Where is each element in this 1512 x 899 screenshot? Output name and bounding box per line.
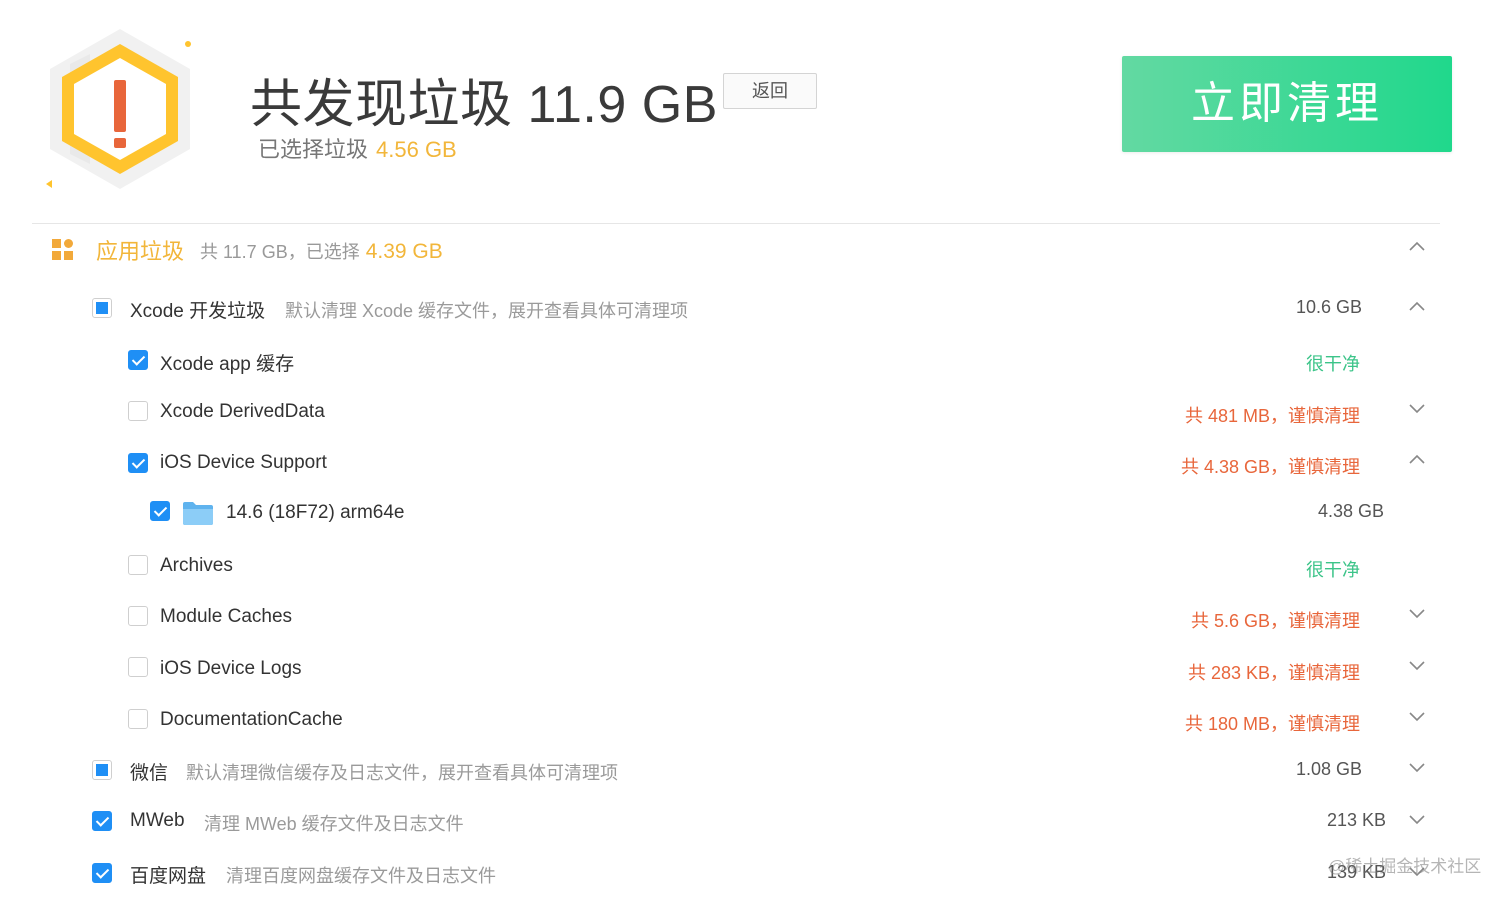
status-warning: 共 283 KB，谨慎清理 [1187,663,1360,683]
warning-logo-icon [30,24,210,194]
list-item-ios-device-support[interactable]: iOS Device Support 共 4.38 GB，谨慎清理 [0,444,1512,484]
section-selected-size: 4.39 GB [365,240,443,263]
checkbox[interactable] [128,555,148,575]
chevron-down-icon[interactable] [1408,656,1426,674]
page-title: 共发现垃圾 11.9 GB [250,76,718,134]
status-warning: 共 481 MB，谨慎清理 [1184,406,1360,426]
list-item-xcode-deriveddata[interactable]: Xcode DerivedData 共 481 MB，谨慎清理 [0,393,1512,433]
list-item-wechat[interactable]: 微信 默认清理微信缓存及日志文件，展开查看具体可清理项 1.08 GB [0,750,1512,790]
status-warning: 共 4.38 GB，谨慎清理 [1180,457,1360,477]
item-size: 4.38 GB [1317,501,1384,521]
checkbox[interactable] [128,709,148,729]
item-description: 默认清理微信缓存及日志文件，展开查看具体可清理项 [186,763,618,783]
list-item-ios-device-logs[interactable]: iOS Device Logs 共 283 KB，谨慎清理 [0,649,1512,689]
status-warning: 共 180 MB，谨慎清理 [1184,714,1360,734]
checkbox[interactable] [150,501,170,521]
clean-now-button[interactable]: 立即清理 [1122,56,1452,152]
chevron-down-icon[interactable] [1408,758,1426,776]
chevron-down-icon[interactable] [1408,604,1426,622]
item-size: 213 KB [1326,810,1386,830]
item-label: MWeb [130,810,185,831]
item-label: 百度网盘 [130,866,207,887]
item-size: 10.6 GB [1295,297,1362,317]
list-item-baidu-netdisk[interactable]: 百度网盘 清理百度网盘缓存文件及日志文件 139 KB [0,852,1512,892]
checkbox[interactable] [92,863,112,883]
header-divider [32,223,1440,224]
section-summary: 共 11.7 GB，已选择 4.39 GB [200,238,443,264]
checkbox[interactable] [128,453,148,473]
chevron-down-icon[interactable] [1408,810,1426,828]
back-button[interactable]: 返回 [723,73,817,109]
status-clean: 很干净 [1306,354,1360,374]
item-label: Module Caches [160,606,293,627]
item-label: Archives [160,555,233,576]
checkbox[interactable] [128,606,148,626]
status-clean: 很干净 [1306,560,1360,580]
selected-summary: 已选择垃圾 4.56 GB [258,132,457,164]
item-label: iOS Device Support [160,452,327,473]
checkbox[interactable] [128,657,148,677]
item-label: iOS Device Logs [160,658,302,679]
status-warning: 共 5.6 GB，谨慎清理 [1190,611,1360,631]
item-description: 清理百度网盘缓存文件及日志文件 [226,866,496,886]
chevron-up-icon[interactable] [1408,298,1426,316]
watermark: @稀土掘金技术社区 [1328,857,1482,876]
chevron-up-icon[interactable] [1408,451,1426,469]
folder-icon [182,500,214,526]
selected-label: 已选择垃圾 [258,137,369,162]
chevron-down-icon[interactable] [1408,707,1426,725]
list-item-mweb[interactable]: MWeb 清理 MWeb 缓存文件及日志文件 213 KB [0,801,1512,841]
list-item-archives[interactable]: Archives 很干净 [0,547,1512,587]
checkbox[interactable] [92,760,112,780]
selected-size: 4.56 GB [376,137,457,162]
checkbox[interactable] [92,298,112,318]
item-label: 微信 [130,763,169,784]
item-description: 清理 MWeb 缓存文件及日志文件 [204,814,464,834]
list-item-module-caches[interactable]: Module Caches 共 5.6 GB，谨慎清理 [0,598,1512,638]
list-item-xcode-junk[interactable]: Xcode 开发垃圾 默认清理 Xcode 缓存文件，展开查看具体可清理项 10… [0,288,1512,328]
apps-grid-icon [52,239,74,261]
item-label: Xcode app 缓存 [160,354,295,375]
chevron-down-icon[interactable] [1408,399,1426,417]
section-title: 应用垃圾 [96,239,185,264]
item-label: Xcode DerivedData [160,401,325,422]
item-size: 1.08 GB [1295,759,1362,779]
item-label: DocumentationCache [160,709,343,730]
list-item-documentation-cache[interactable]: DocumentationCache 共 180 MB，谨慎清理 [0,701,1512,741]
item-label: 14.6 (18F72) arm64e [226,502,405,523]
chevron-up-icon[interactable] [1408,238,1426,256]
checkbox[interactable] [128,401,148,421]
checkbox[interactable] [92,811,112,831]
item-label: Xcode 开发垃圾 [130,301,266,322]
item-description: 默认清理 Xcode 缓存文件，展开查看具体可清理项 [285,301,689,321]
list-item-ios-version[interactable]: 14.6 (18F72) arm64e 4.38 GB [0,493,1512,533]
list-item-xcode-app-cache[interactable]: Xcode app 缓存 很干净 [0,341,1512,381]
checkbox[interactable] [128,350,148,370]
section-summary-label: 共 11.7 GB，已选择 [200,242,360,262]
